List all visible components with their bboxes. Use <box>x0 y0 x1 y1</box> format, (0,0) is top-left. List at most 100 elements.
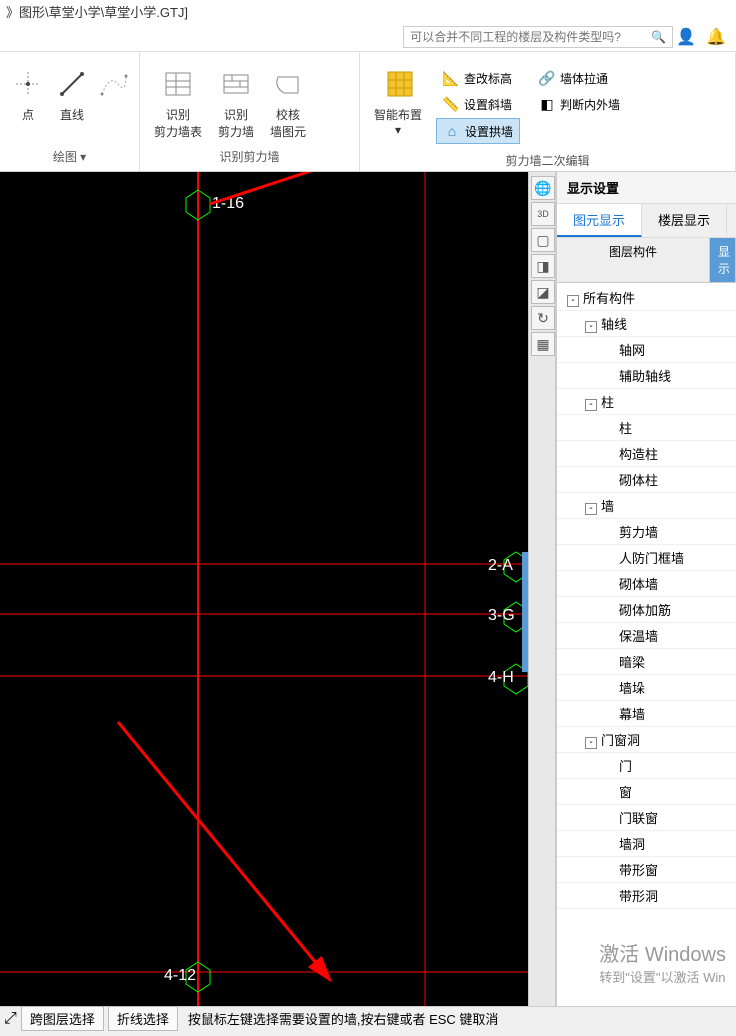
tab-floor-display[interactable]: 楼层显示 <box>642 204 727 237</box>
search-row: 🔍 👤 🔔 <box>0 22 736 52</box>
tree-row[interactable]: -轴线 <box>557 311 736 337</box>
tree-item-label: 门窗洞 <box>601 733 640 748</box>
smart-layout[interactable]: 智能布置 ▾ <box>368 62 428 141</box>
tree-row[interactable]: 墙垛 <box>557 675 736 701</box>
view-toolbar: 🌐 3D ▢ ◨ ◪ ↻ ▦ <box>528 172 556 1018</box>
tree-item-label: 门联窗 <box>619 811 658 826</box>
cross-layer-select[interactable]: 跨图层选择 <box>21 1006 104 1031</box>
tab-element-display[interactable]: 图元显示 <box>557 204 642 237</box>
tree-row[interactable]: 窗 <box>557 779 736 805</box>
wall-connect[interactable]: 🔗 墙体拉通 <box>532 66 626 90</box>
tree-item-label: 柱 <box>601 395 614 410</box>
set-slope-wall[interactable]: 📏 设置斜墙 <box>436 92 520 116</box>
axis-r3: 4-H <box>488 669 514 686</box>
bell-icon[interactable]: 🔔 <box>706 27 726 47</box>
user-icon[interactable]: 👤 <box>676 27 696 47</box>
axis-bottom: 4-12 <box>164 967 196 984</box>
group-recognize-label: 识别剪力墙 <box>144 146 355 167</box>
canvas[interactable]: 1-16 2-A 3-G 4-H 4-12 <box>0 172 528 1018</box>
axis-r1: 2-A <box>488 557 513 574</box>
grid-view[interactable]: ▦ <box>531 332 555 356</box>
elevation-icon: 📐 <box>442 69 460 87</box>
check-wall-element[interactable]: 校核 墙图元 <box>264 62 312 144</box>
tree-row[interactable]: 构造柱 <box>557 441 736 467</box>
tree-row[interactable]: 剪力墙 <box>557 519 736 545</box>
tree-item-label: 剪力墙 <box>619 525 658 540</box>
edit-col2: 🔗 墙体拉通 ◧ 判断内外墙 <box>528 62 630 120</box>
tree-item-label: 辅助轴线 <box>619 369 671 384</box>
tree-row[interactable]: 柱 <box>557 415 736 441</box>
tree-row[interactable]: 幕墙 <box>557 701 736 727</box>
tree-row[interactable]: 保温墙 <box>557 623 736 649</box>
check-elevation[interactable]: 📐 查改标高 <box>436 66 520 90</box>
tree-item-label: 砌体柱 <box>619 473 658 488</box>
set-arch-wall[interactable]: ⌂ 设置拱墙 <box>436 118 520 144</box>
tree-item-label: 砌体墙 <box>619 577 658 592</box>
judge-icon: ◧ <box>538 95 556 113</box>
tree-item-label: 墙 <box>601 499 614 514</box>
wall-icon <box>220 66 252 102</box>
scroll-indicator[interactable] <box>522 552 528 672</box>
panel-title: 显示设置 <box>557 172 736 204</box>
tree-row[interactable]: 带形窗 <box>557 857 736 883</box>
status-bar: ⤢ 跨图层选择 折线选择 按鼠标左键选择需要设置的墙,按右键或者 ESC 键取消 <box>0 1006 736 1030</box>
tree-toggle[interactable]: - <box>585 399 597 411</box>
tree-row[interactable]: 砌体墙 <box>557 571 736 597</box>
tree-row[interactable]: 门 <box>557 753 736 779</box>
expand-icon[interactable]: ⤢ <box>4 1010 17 1028</box>
tree-toggle[interactable]: - <box>567 295 579 307</box>
tree-item-label: 构造柱 <box>619 447 658 462</box>
group-edit-label: 剪力墙二次编辑 <box>364 150 731 171</box>
search-input[interactable] <box>403 26 673 48</box>
tree-row[interactable]: 砌体加筋 <box>557 597 736 623</box>
component-tree[interactable]: -所有构件-轴线轴网辅助轴线-柱柱构造柱砌体柱-墙剪力墙人防门框墙砌体墙砌体加筋… <box>557 283 736 1018</box>
spline-tool[interactable] <box>96 62 131 106</box>
tree-row[interactable]: -所有构件 <box>557 285 736 311</box>
tree-toggle[interactable]: - <box>585 503 597 515</box>
recognize-wall[interactable]: 识别 剪力墙 <box>212 62 260 144</box>
cube-side[interactable]: ◨ <box>531 254 555 278</box>
cube-iso[interactable]: ◪ <box>531 280 555 304</box>
status-hint: 按鼠标左键选择需要设置的墙,按右键或者 ESC 键取消 <box>182 1009 505 1028</box>
group-draw-label: 绘图 ▾ <box>4 146 135 167</box>
point-tool[interactable]: 点 <box>8 62 48 127</box>
3d-view[interactable]: 3D <box>531 202 555 226</box>
line-icon <box>56 66 88 102</box>
line-tool[interactable]: 直线 <box>52 62 92 127</box>
judge-inout-wall[interactable]: ◧ 判断内外墙 <box>532 92 626 116</box>
axis-r2: 3-G <box>488 607 515 624</box>
tree-row[interactable]: 辅助轴线 <box>557 363 736 389</box>
tree-row[interactable]: -墙 <box>557 493 736 519</box>
tree-item-label: 墙垛 <box>619 681 645 696</box>
check-icon <box>272 66 304 102</box>
tree-row[interactable]: 墙洞 <box>557 831 736 857</box>
cube-front[interactable]: ▢ <box>531 228 555 252</box>
tree-item-label: 砌体加筋 <box>619 603 671 618</box>
th-component: 图层构件 <box>557 238 710 282</box>
search-icon[interactable]: 🔍 <box>651 30 666 44</box>
tree-item-label: 保温墙 <box>619 629 658 644</box>
tree-row[interactable]: 暗梁 <box>557 649 736 675</box>
tree-row[interactable]: 人防门框墙 <box>557 545 736 571</box>
tree-row[interactable]: 轴网 <box>557 337 736 363</box>
tree-row[interactable]: 带形洞 <box>557 883 736 909</box>
tree-item-label: 幕墙 <box>619 707 645 722</box>
tree-item-label: 人防门框墙 <box>619 551 684 566</box>
rotate-view[interactable]: ↻ <box>531 306 555 330</box>
recognize-wall-table[interactable]: 识别 剪力墙表 <box>148 62 208 144</box>
tree-row[interactable]: -柱 <box>557 389 736 415</box>
tree-toggle[interactable]: - <box>585 737 597 749</box>
tree-row[interactable]: -门窗洞 <box>557 727 736 753</box>
tree-row[interactable]: 砌体柱 <box>557 467 736 493</box>
polyline-select[interactable]: 折线选择 <box>108 1006 178 1031</box>
ribbon-group-recognize: 识别 剪力墙表 识别 剪力墙 校核 墙图元 识别剪力墙 <box>140 52 360 171</box>
tree-item-label: 所有构件 <box>583 291 635 306</box>
tree-toggle[interactable]: - <box>585 321 597 333</box>
ribbon-group-edit: 智能布置 ▾ 📐 查改标高 📏 设置斜墙 ⌂ 设置拱墙 🔗 <box>360 52 736 171</box>
globe-view[interactable]: 🌐 <box>531 176 555 200</box>
tree-row[interactable]: 门联窗 <box>557 805 736 831</box>
tree-item-label: 轴网 <box>619 343 645 358</box>
point-icon <box>12 66 44 102</box>
ribbon: 点 直线 绘图 ▾ 识别 剪力墙表 <box>0 52 736 172</box>
tree-item-label: 带形窗 <box>619 863 658 878</box>
